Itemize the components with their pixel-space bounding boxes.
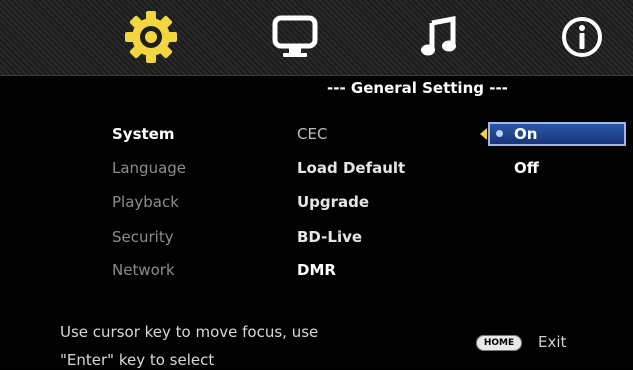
tab-information[interactable]	[552, 8, 612, 66]
page-title: --- General Setting ---	[327, 79, 508, 97]
menu-item-network[interactable]: Network	[112, 260, 175, 280]
category-tab-bar	[0, 0, 633, 76]
menu-item-system[interactable]: System	[112, 124, 174, 144]
gear-icon	[125, 11, 177, 63]
hint-text-line1: Use cursor key to move focus, use	[60, 323, 319, 341]
tab-general-settings[interactable]	[121, 8, 181, 66]
menu-item-playback[interactable]: Playback	[112, 192, 179, 212]
menu-item-language[interactable]: Language	[112, 158, 186, 178]
option-upgrade[interactable]: Upgrade	[297, 192, 369, 212]
title-row: --- General Setting ---	[0, 76, 633, 100]
menu-item-security[interactable]: Security	[112, 227, 174, 247]
option-bd-live[interactable]: BD-Live	[297, 227, 362, 247]
monitor-icon	[272, 15, 318, 57]
tab-display-settings[interactable]	[265, 8, 325, 66]
value-on-selected[interactable]	[488, 122, 626, 146]
settings-screen: --- General Setting --- System Language …	[0, 0, 633, 369]
home-button[interactable]: HOME	[476, 335, 522, 351]
hint-text-line2: "Enter" key to select	[60, 351, 215, 369]
value-off[interactable]: Off	[514, 158, 539, 178]
left-arrow-icon	[480, 128, 487, 140]
value-on[interactable]: On	[514, 124, 537, 144]
option-load-default[interactable]: Load Default	[297, 158, 405, 178]
exit-label: Exit	[538, 333, 567, 351]
radio-bullet-icon	[496, 130, 503, 137]
footer-bar: Use cursor key to move focus, use "Enter…	[0, 312, 633, 369]
info-icon	[562, 17, 602, 57]
music-note-icon	[421, 15, 456, 56]
option-dmr[interactable]: DMR	[297, 260, 336, 280]
option-cec[interactable]: CEC	[297, 124, 327, 144]
tab-audio-settings[interactable]	[409, 8, 469, 66]
